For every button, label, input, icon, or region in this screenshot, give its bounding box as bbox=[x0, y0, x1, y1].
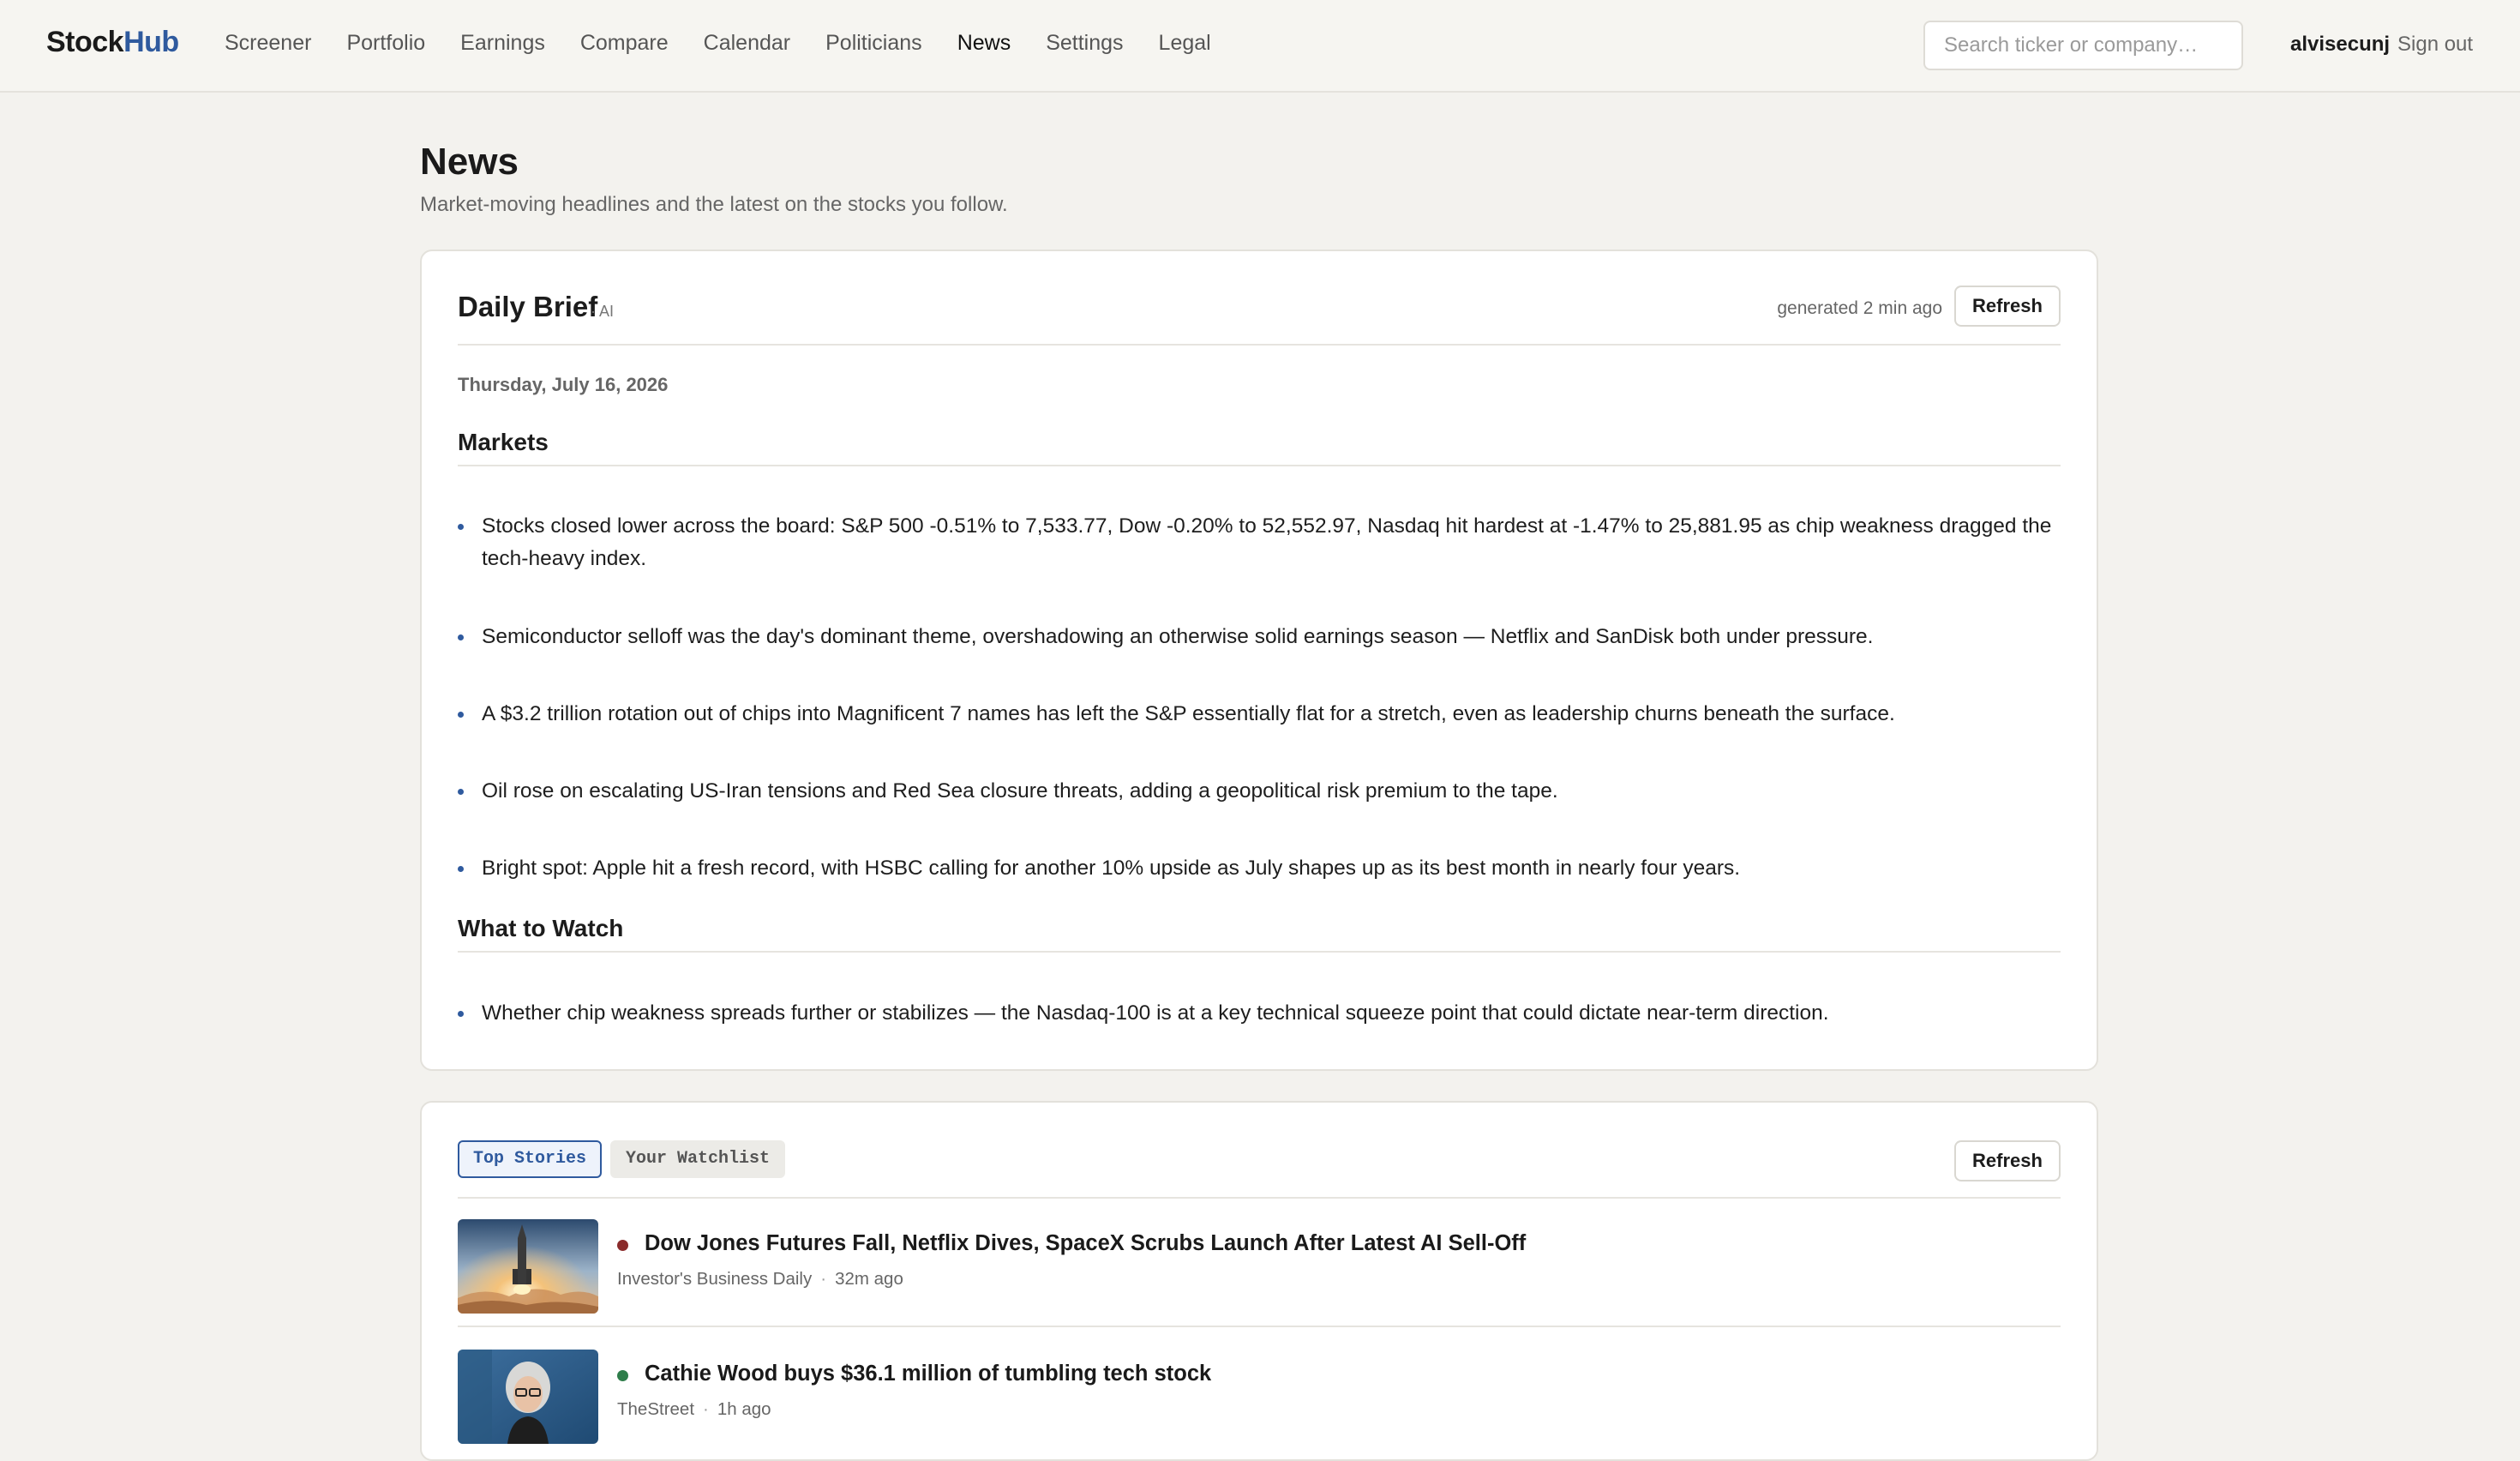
nav-item-earnings[interactable]: Earnings bbox=[460, 31, 545, 56]
sign-out-link[interactable]: Sign out bbox=[2397, 33, 2473, 57]
tab-top-stories[interactable]: Top Stories bbox=[458, 1140, 603, 1178]
section-heading-markets: Markets bbox=[458, 429, 2061, 466]
nav-item-portfolio[interactable]: Portfolio bbox=[346, 31, 425, 56]
story-headline[interactable]: Dow Jones Futures Fall, Netflix Dives, S… bbox=[645, 1231, 1526, 1256]
rocket-launch-thumbnail bbox=[458, 1219, 598, 1314]
sentiment-dot-negative bbox=[617, 1240, 628, 1251]
brief-refresh-button[interactable]: Refresh bbox=[1954, 286, 2061, 327]
nav-item-politicians[interactable]: Politicians bbox=[825, 31, 922, 56]
top-navigation-bar: StockHub Screener Portfolio Earnings Com… bbox=[0, 0, 2520, 93]
nav-item-compare[interactable]: Compare bbox=[580, 31, 669, 56]
story-source: Investor's Business Daily bbox=[617, 1269, 813, 1289]
story-time: 32m ago bbox=[835, 1269, 903, 1289]
brief-bullet: Semiconductor selloff was the day's domi… bbox=[458, 621, 2061, 653]
generated-timestamp: generated 2 min ago bbox=[1777, 298, 1942, 318]
username: alvisecunj bbox=[2290, 33, 2391, 56]
brief-bullet: Stocks closed lower across the board: S&… bbox=[458, 510, 2061, 575]
news-feed-header: Top Stories Your Watchlist Refresh bbox=[458, 1103, 2061, 1199]
stockhub-logo[interactable]: StockHub bbox=[46, 26, 179, 59]
nav-item-calendar[interactable]: Calendar bbox=[704, 31, 790, 56]
rocket-launch-image[interactable] bbox=[458, 1219, 598, 1314]
ai-tag: · AI bbox=[591, 303, 615, 320]
story-meta: TheStreet · 1h ago bbox=[617, 1399, 771, 1420]
tab-your-watchlist[interactable]: Your Watchlist bbox=[610, 1140, 786, 1178]
story-headline[interactable]: Cathie Wood buys $36.1 million of tumbli… bbox=[645, 1362, 1211, 1386]
section-heading-what-to-watch: What to Watch bbox=[458, 915, 2061, 953]
news-story[interactable]: Cathie Wood buys $36.1 million of tumbli… bbox=[458, 1329, 2061, 1458]
brief-date: Thursday, July 16, 2026 bbox=[458, 374, 669, 395]
nav-item-settings[interactable]: Settings bbox=[1046, 31, 1123, 56]
story-source: TheStreet bbox=[617, 1399, 695, 1419]
nav-links: Screener Portfolio Earnings Compare Cale… bbox=[225, 31, 1246, 56]
search-input[interactable] bbox=[1923, 21, 2243, 70]
daily-brief-header: Daily Brief · AI generated 2 min ago Ref… bbox=[458, 251, 2061, 346]
brief-bullet: Whether chip weakness spreads further or… bbox=[458, 997, 2061, 1030]
nav-item-screener[interactable]: Screener bbox=[225, 31, 311, 56]
logo-text-hub: Hub bbox=[123, 26, 179, 58]
brief-bullet: Oil rose on escalating US-Iran tensions … bbox=[458, 775, 2061, 808]
news-story[interactable]: Dow Jones Futures Fall, Netflix Dives, S… bbox=[458, 1199, 2061, 1327]
story-time: 1h ago bbox=[717, 1399, 771, 1419]
story-meta: Investor's Business Daily · 32m ago bbox=[617, 1269, 903, 1290]
logo-text-stock: Stock bbox=[46, 26, 124, 58]
meta-separator: · bbox=[820, 1269, 827, 1289]
daily-brief-title: Daily Brief bbox=[458, 291, 598, 322]
brief-bullet: A $3.2 trillion rotation out of chips in… bbox=[458, 698, 2061, 730]
page-title: News bbox=[420, 141, 519, 183]
nav-item-legal[interactable]: Legal bbox=[1159, 31, 1211, 56]
nav-item-news[interactable]: News bbox=[957, 31, 1011, 56]
sentiment-dot-positive bbox=[617, 1370, 628, 1381]
person-portrait-thumbnail bbox=[458, 1350, 598, 1444]
page-subtitle: Market-moving headlines and the latest o… bbox=[420, 193, 1008, 216]
brief-bullet: Bright spot: Apple hit a fresh record, w… bbox=[458, 852, 2061, 885]
news-refresh-button[interactable]: Refresh bbox=[1954, 1140, 2061, 1181]
daily-brief-card: Daily Brief · AI generated 2 min ago Ref… bbox=[420, 250, 2098, 1071]
meta-separator: · bbox=[703, 1399, 709, 1419]
person-portrait-image[interactable] bbox=[458, 1350, 598, 1444]
news-feed-card: Top Stories Your Watchlist Refresh Dow J… bbox=[420, 1101, 2098, 1461]
